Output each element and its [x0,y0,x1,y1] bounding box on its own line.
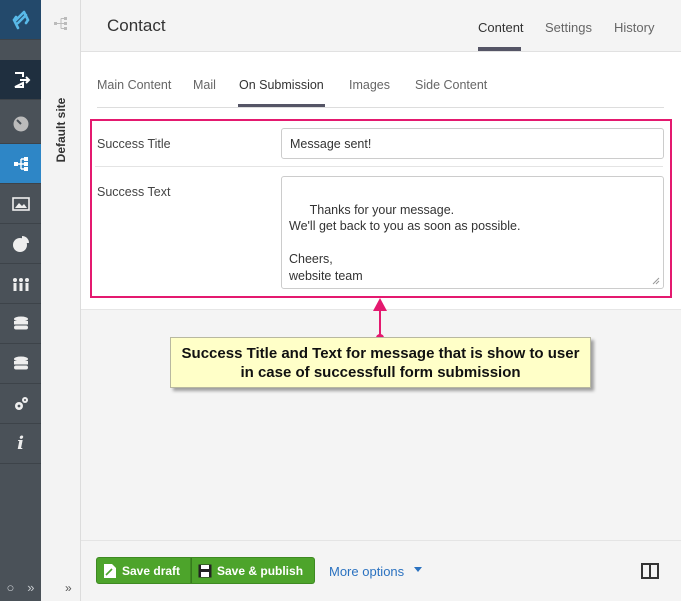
database-icon[interactable] [0,304,41,344]
active-tab-indicator [478,47,521,51]
subtab-main-content[interactable]: Main Content [97,78,171,92]
highlight-box [90,119,672,298]
callout-text: Success Title and Text for message that … [181,344,580,381]
save-draft-label: Save draft [122,563,181,578]
subtab-mail[interactable]: Mail [193,78,216,92]
more-options-link[interactable]: More options [329,564,404,579]
expand-tree-icon[interactable]: » [65,581,72,595]
subtab-side-content[interactable]: Side Content [415,78,487,92]
app-sidebar: i ○ » [0,0,41,601]
save-publish-label: Save & publish [217,563,304,578]
editor-footer: Save draft Save & publish More options [81,540,681,601]
expand-rail-icon[interactable]: » [27,580,34,595]
site-label: Default site [54,97,68,163]
tab-settings[interactable]: Settings [545,20,592,35]
floppy-disk-icon [198,564,212,577]
analytics-icon[interactable] [0,224,41,264]
settings-icon[interactable] [0,384,41,424]
dashboard-icon[interactable] [0,104,41,144]
save-draft-button[interactable]: Save draft [96,557,191,584]
info-icon[interactable]: i [0,424,41,464]
document-icon [104,563,116,578]
annotation-callout: Success Title and Text for message that … [170,337,591,388]
subtab-images[interactable]: Images [349,78,390,92]
logo-icon[interactable] [0,0,41,40]
sign-out-icon[interactable] [0,60,41,100]
site-selector[interactable]: Default site [47,90,75,170]
caret-down-icon[interactable] [414,567,422,572]
tree-panel: Default site » [41,0,81,601]
editor-panel: Main Content Mail On Submission Images S… [81,52,681,310]
content-tree-icon[interactable] [0,144,41,184]
page-title: Contact [107,16,166,35]
media-icon[interactable] [0,184,41,224]
circle-icon[interactable]: ○ [6,580,14,595]
tab-content[interactable]: Content [478,20,524,35]
active-subtab-indicator [238,104,325,107]
editor-header: Contact Content Settings History [81,0,681,52]
tab-history[interactable]: History [614,20,654,35]
save-publish-button[interactable]: Save & publish [191,557,315,584]
members-icon[interactable] [0,264,41,304]
rail-footer: ○ » [0,573,41,601]
split-view-icon[interactable] [641,563,659,579]
database-alt-icon[interactable] [0,344,41,384]
subtab-on-submission[interactable]: On Submission [239,78,324,92]
content-subtabs: Main Content Mail On Submission Images S… [97,78,664,108]
tree-icon[interactable] [53,16,69,32]
